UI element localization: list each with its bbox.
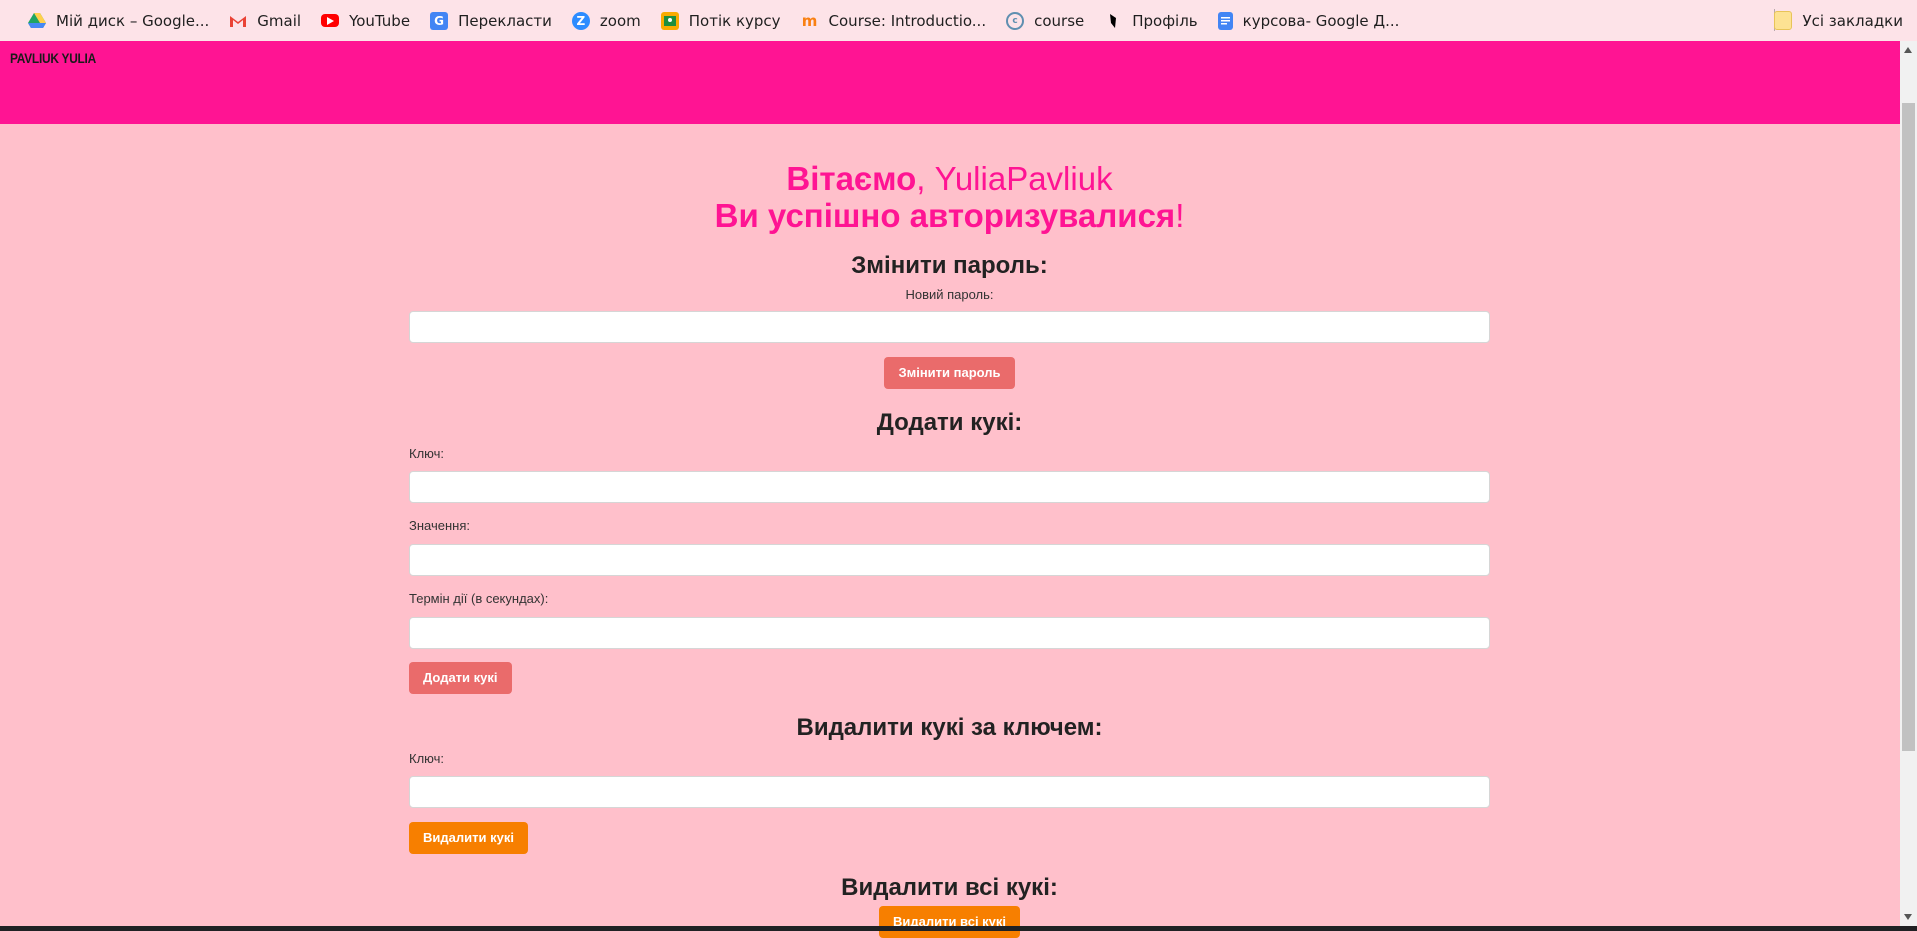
bookmark-google-drive[interactable]: Мій диск – Google...	[18, 5, 219, 37]
cookie-ttl-label: Термін дії (в секундах):	[409, 591, 549, 606]
scrollbar-thumb[interactable]	[1902, 103, 1915, 751]
google-drive-icon	[28, 12, 46, 30]
cookie-value-input[interactable]	[409, 544, 1490, 576]
classroom-icon	[660, 11, 679, 30]
delete-all-cookies-button[interactable]: Видалити всі кукі	[878, 906, 1021, 938]
bookmark-youtube[interactable]: YouTube	[311, 5, 420, 37]
scroll-down-arrow-icon[interactable]	[1904, 914, 1912, 920]
welcome-exclaim: !	[1175, 197, 1185, 234]
welcome-success: Ви успішно авторизувалися	[714, 197, 1176, 234]
change-password-button[interactable]: Змінити пароль	[884, 357, 1015, 389]
change-password-title: Змінити пароль:	[851, 252, 1048, 279]
add-cookie-title: Додати кукі:	[876, 409, 1023, 436]
new-password-input[interactable]	[409, 311, 1490, 343]
gmail-icon	[229, 12, 247, 30]
bookmark-label: Course: Introductio...	[828, 11, 987, 30]
bookmark-zoom[interactable]: Z zoom	[562, 5, 651, 37]
google-translate-icon: G	[430, 11, 449, 30]
bookmarks-bar: Мій диск – Google... Gmail YouTube G Пер…	[0, 0, 1917, 41]
cookie-key-label: Ключ:	[409, 446, 445, 461]
bookmark-label: Мій диск – Google...	[56, 11, 210, 30]
site-brand[interactable]: PAVLIUK YULIA	[10, 50, 96, 66]
delete-cookie-button[interactable]: Видалити кукі	[409, 822, 528, 854]
bookmark-label: Профіль	[1132, 11, 1198, 30]
bookmark-classroom[interactable]: Потік курсу	[651, 5, 791, 37]
all-bookmarks-button[interactable]: Усі закладки	[1774, 0, 1903, 41]
bookmark-label: zoom	[599, 11, 641, 30]
scroll-up-arrow-icon[interactable]	[1904, 47, 1912, 53]
add-cookie-button[interactable]: Додати кукі	[409, 662, 512, 694]
cookie-ttl-input[interactable]	[409, 617, 1490, 649]
bookmark-moodle-course[interactable]: m Course: Introductio...	[791, 5, 997, 37]
page-scrollbar[interactable]	[1900, 41, 1917, 926]
welcome-greeting: Вітаємо	[786, 160, 917, 197]
welcome-line-1: Вітаємо, YuliaPavliuk	[409, 160, 1490, 197]
bookmark-translate[interactable]: G Перекласти	[420, 5, 562, 37]
new-password-label: Новий пароль:	[905, 287, 994, 302]
window-bottom-edge	[0, 926, 1917, 931]
welcome-line-2: Ви успішно авторизувалися!	[409, 197, 1490, 234]
bookmark-gmail[interactable]: Gmail	[219, 5, 311, 37]
bookmark-label: course	[1034, 11, 1085, 30]
delete-cookie-title: Видалити кукі за ключем:	[796, 714, 1103, 741]
folder-icon	[1774, 11, 1793, 30]
youtube-icon	[321, 14, 340, 27]
bookmark-label: курсова- Google Д...	[1242, 11, 1400, 30]
delete-all-cookies-title: Видалити всі кукі:	[841, 874, 1058, 901]
delete-cookie-key-label: Ключ:	[409, 751, 445, 766]
site-header: PAVLIUK YULIA	[0, 41, 1900, 124]
bookmark-label: Перекласти	[458, 11, 552, 30]
bookmark-label: Потік курсу	[688, 11, 781, 30]
welcome-message: Вітаємо, YuliaPavliuk Ви успішно авториз…	[409, 160, 1490, 234]
bookmark-label: YouTube	[349, 11, 411, 30]
moodle-icon: m	[801, 11, 818, 30]
bookmark-google-docs[interactable]: курсова- Google Д...	[1208, 5, 1410, 37]
cookie-value-label: Значення:	[409, 518, 470, 533]
bookmark-label: Gmail	[257, 11, 302, 30]
course-icon: c	[1006, 11, 1025, 30]
delete-cookie-key-input[interactable]	[409, 776, 1490, 808]
bookmark-course[interactable]: c course	[996, 5, 1094, 37]
zoom-icon: Z	[571, 11, 590, 30]
all-bookmarks-label: Усі закладки	[1802, 11, 1903, 30]
welcome-username: , YuliaPavliuk	[916, 160, 1113, 197]
profile-icon	[1104, 12, 1122, 30]
cookie-key-input[interactable]	[409, 471, 1490, 503]
main-content: Вітаємо, YuliaPavliuk Ви успішно авториз…	[409, 124, 1490, 938]
bookmark-profile[interactable]: Профіль	[1094, 5, 1207, 37]
google-docs-icon	[1217, 11, 1233, 30]
